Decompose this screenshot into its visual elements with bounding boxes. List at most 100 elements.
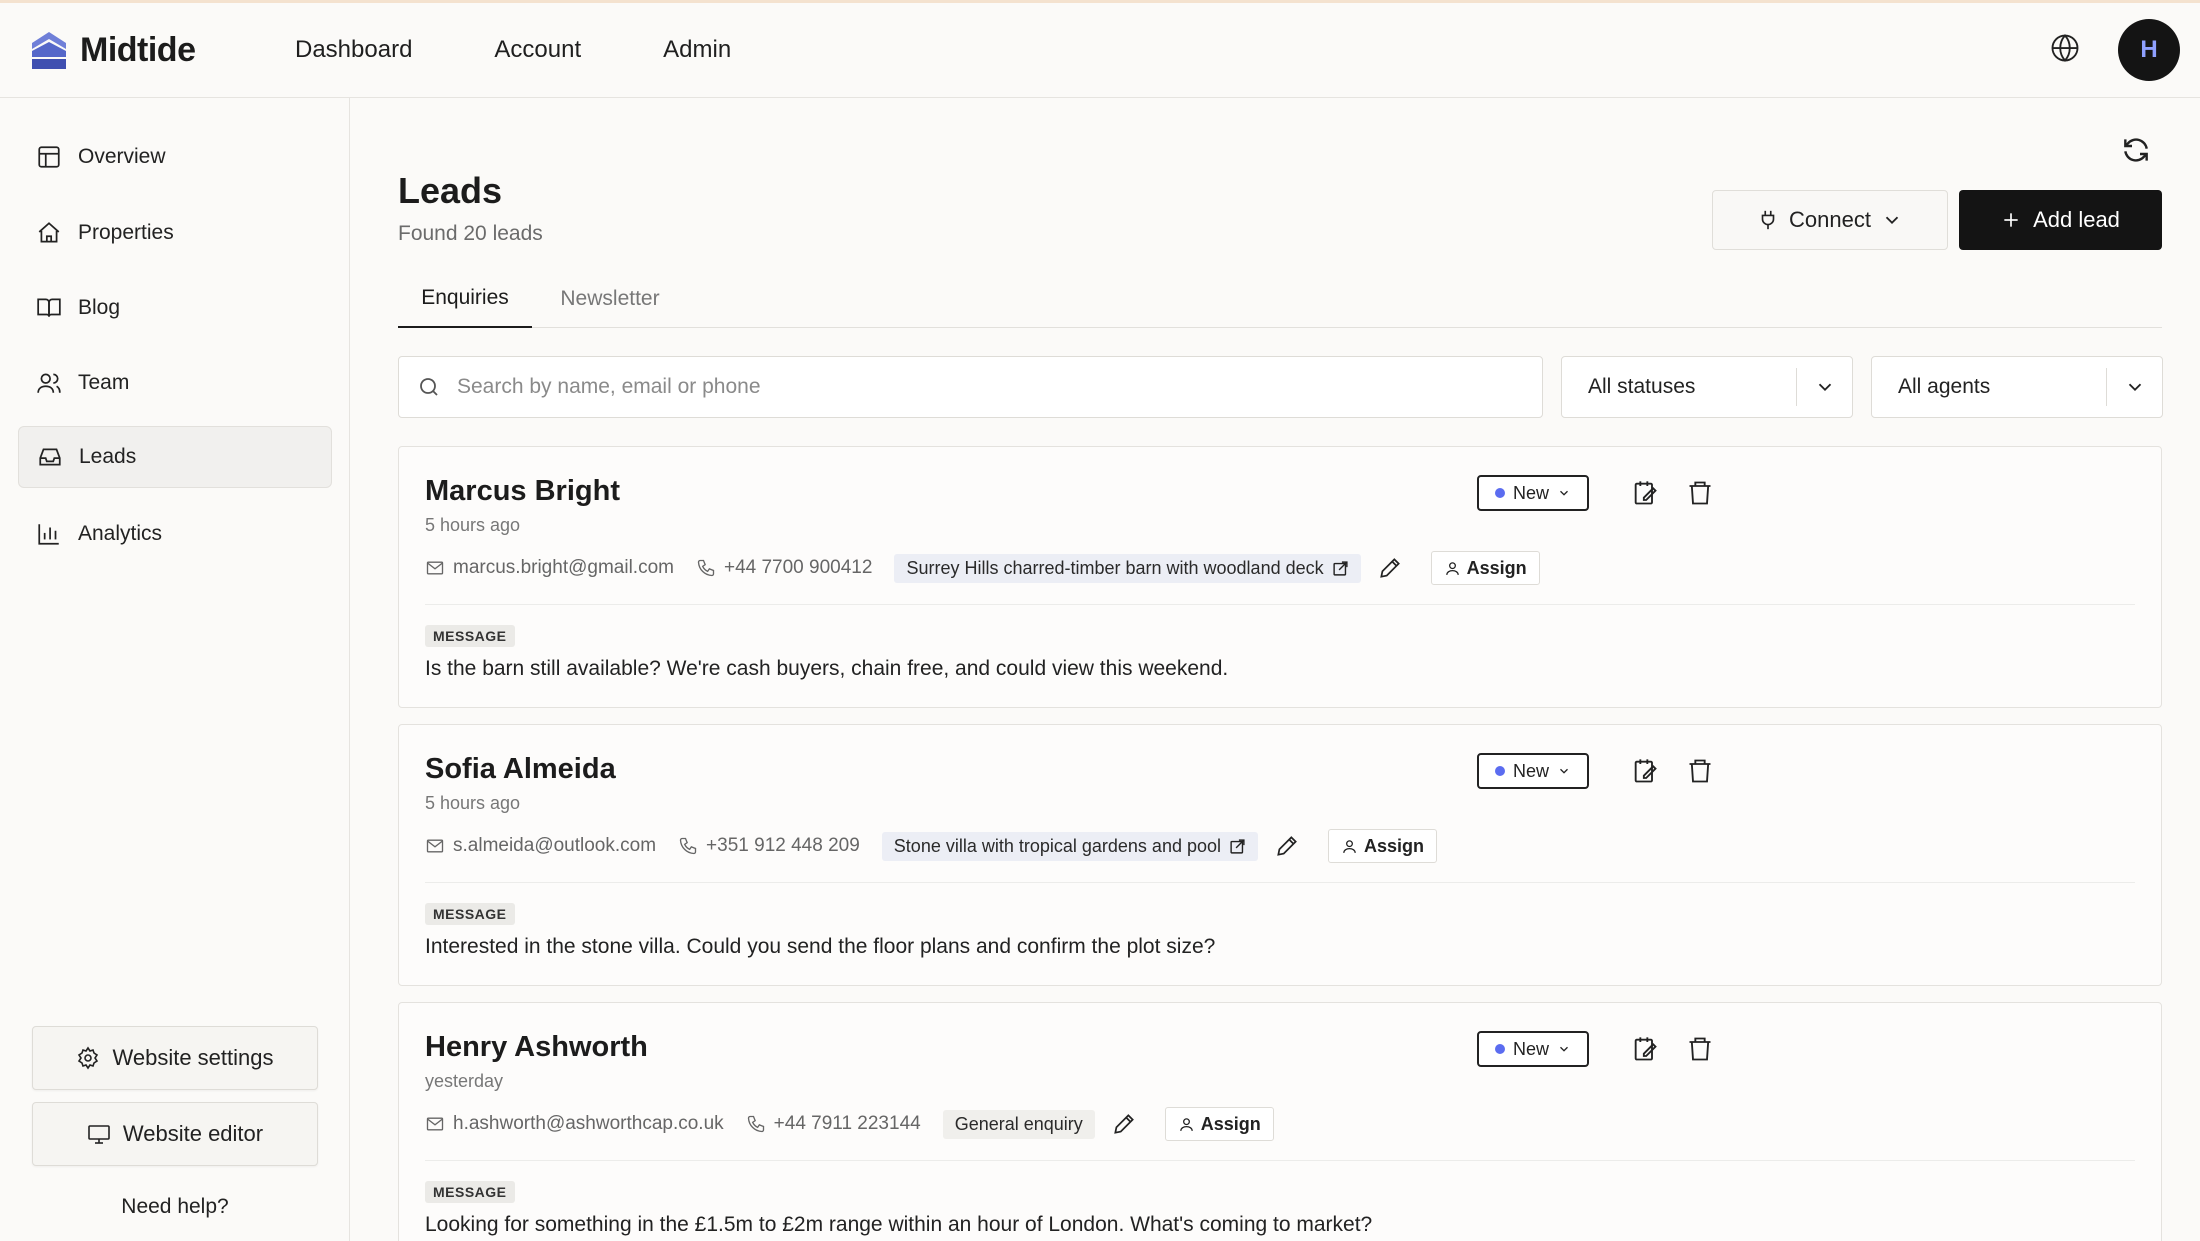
globe-icon[interactable] bbox=[2050, 33, 2080, 68]
avatar[interactable]: H bbox=[2118, 19, 2180, 81]
lead-email[interactable]: s.almeida@outlook.com bbox=[425, 835, 656, 857]
users-icon bbox=[37, 373, 61, 393]
sidebar-item-label: Team bbox=[78, 371, 130, 394]
nav-admin[interactable]: Admin bbox=[663, 36, 731, 64]
top-bar: Midtide Dashboard Account Admin H bbox=[0, 0, 2200, 98]
property-tag-text: Stone villa with tropical gardens and po… bbox=[893, 835, 1221, 856]
notes-icon[interactable] bbox=[1631, 1035, 1659, 1063]
property-tag-text: Surrey Hills charred-timber barn with wo… bbox=[906, 557, 1324, 578]
midtide-logo-icon bbox=[32, 32, 66, 69]
lead-phone-text: +351 912 448 209 bbox=[706, 835, 860, 856]
lead-phone[interactable]: +44 7911 223144 bbox=[746, 1113, 921, 1135]
notes-icon[interactable] bbox=[1631, 757, 1659, 785]
inbox-icon bbox=[39, 448, 61, 466]
sidebar-item-properties[interactable]: Properties bbox=[18, 202, 332, 264]
lead-meta: marcus.bright@gmail.com +44 7700 900412 … bbox=[425, 551, 1540, 585]
sidebar-item-analytics[interactable]: Analytics bbox=[18, 503, 332, 565]
tab-enquiries[interactable]: Enquiries bbox=[398, 270, 532, 328]
pencil-icon[interactable] bbox=[1377, 555, 1403, 581]
sidebar-item-label: Analytics bbox=[78, 522, 163, 545]
assign-button[interactable]: Assign bbox=[1164, 1107, 1274, 1141]
status-label: New bbox=[1512, 760, 1549, 781]
chevron-down-icon bbox=[1885, 216, 1899, 225]
status-dropdown[interactable]: New bbox=[1477, 1031, 1589, 1067]
property-tag[interactable]: Surrey Hills charred-timber barn with wo… bbox=[894, 553, 1361, 583]
website-settings-button[interactable]: Website settings bbox=[32, 1026, 318, 1090]
card-divider bbox=[425, 604, 2135, 605]
status-filter[interactable]: All statuses bbox=[1561, 356, 1853, 418]
assign-button[interactable]: Assign bbox=[1328, 829, 1438, 863]
page-title: Leads bbox=[398, 170, 503, 211]
agent-filter-caret bbox=[2106, 368, 2162, 406]
lead-email-text: s.almeida@outlook.com bbox=[453, 835, 657, 856]
lead-email[interactable]: h.ashworth@ashworthcap.co.uk bbox=[425, 1113, 724, 1135]
sidebar-item-label: Overview bbox=[78, 145, 166, 168]
user-icon bbox=[1179, 1117, 1193, 1131]
brand[interactable]: Midtide bbox=[28, 29, 258, 71]
chevron-down-icon bbox=[2128, 383, 2141, 392]
website-editor-button[interactable]: Website editor bbox=[32, 1102, 318, 1166]
nav-dashboard[interactable]: Dashboard bbox=[295, 36, 412, 64]
tabs: Enquiries Newsletter bbox=[398, 270, 2162, 328]
brand-name: Midtide bbox=[80, 30, 196, 69]
lead-time: 5 hours ago bbox=[425, 793, 521, 813]
lead-email[interactable]: marcus.bright@gmail.com bbox=[425, 557, 674, 579]
lead-phone[interactable]: +351 912 448 209 bbox=[678, 835, 860, 857]
gear-icon bbox=[78, 1046, 99, 1070]
nav-account[interactable]: Account bbox=[494, 36, 581, 64]
lead-message: Is the barn still available? We're cash … bbox=[425, 657, 1229, 680]
chevron-down-icon bbox=[1818, 383, 1831, 392]
status-dot bbox=[1494, 766, 1505, 776]
sidebar-item-label: Blog bbox=[78, 296, 121, 319]
lead-time: yesterday bbox=[425, 1071, 504, 1091]
status-dot bbox=[1494, 488, 1505, 498]
message-label: MESSAGE bbox=[425, 625, 515, 647]
lead-phone-text: +44 7911 223144 bbox=[773, 1113, 921, 1134]
search-input[interactable] bbox=[457, 375, 1517, 399]
lead-name: Marcus Bright bbox=[425, 475, 620, 507]
pencil-icon[interactable] bbox=[1111, 1111, 1137, 1137]
lead-card: Sofia Almeida 5 hours ago s.almeida@outl… bbox=[398, 724, 2162, 986]
user-icon bbox=[1343, 839, 1356, 853]
assign-button[interactable]: Assign bbox=[1430, 551, 1540, 585]
notes-icon[interactable] bbox=[1631, 479, 1659, 507]
sidebar-item-leads[interactable]: Leads bbox=[18, 426, 332, 488]
lead-name: Sofia Almeida bbox=[425, 753, 616, 785]
tab-newsletter[interactable]: Newsletter bbox=[546, 270, 674, 328]
assign-label: Assign bbox=[1466, 557, 1527, 578]
need-help-link[interactable]: Need help? bbox=[0, 1195, 350, 1219]
lead-card: Henry Ashworth yesterday h.ashworth@ashw… bbox=[398, 1002, 2162, 1241]
assign-label: Assign bbox=[1200, 1113, 1261, 1134]
sidebar: Overview Properties Blog Team Leads Anal… bbox=[0, 98, 350, 1241]
sidebar-item-blog[interactable]: Blog bbox=[18, 277, 332, 339]
lead-email-text: marcus.bright@gmail.com bbox=[453, 557, 674, 578]
sidebar-item-label: Leads bbox=[79, 445, 137, 468]
trash-icon[interactable] bbox=[1686, 757, 1714, 785]
trash-icon[interactable] bbox=[1686, 479, 1714, 507]
agent-filter[interactable]: All agents bbox=[1871, 356, 2163, 418]
property-tag[interactable]: Stone villa with tropical gardens and po… bbox=[881, 831, 1258, 861]
book-icon bbox=[37, 298, 61, 317]
external-link-icon bbox=[1333, 560, 1348, 576]
lead-phone-text: +44 7700 900412 bbox=[723, 557, 873, 578]
search-icon bbox=[420, 378, 438, 396]
sidebar-item-team[interactable]: Team bbox=[18, 352, 332, 414]
lead-email-text: h.ashworth@ashworthcap.co.uk bbox=[453, 1113, 724, 1134]
add-lead-button[interactable]: Add lead bbox=[1959, 190, 2162, 250]
lead-name: Henry Ashworth bbox=[425, 1031, 648, 1063]
trash-icon[interactable] bbox=[1686, 1035, 1714, 1063]
pencil-icon[interactable] bbox=[1274, 833, 1300, 859]
home-icon bbox=[38, 222, 60, 243]
lead-phone[interactable]: +44 7700 900412 bbox=[696, 557, 872, 579]
plug-icon bbox=[1761, 210, 1775, 230]
sidebar-item-overview[interactable]: Overview bbox=[18, 126, 332, 188]
agent-filter-value: All agents bbox=[1898, 375, 1991, 398]
lead-message: Looking for something in the £1.5m to £2… bbox=[425, 1213, 1373, 1236]
mail-icon bbox=[426, 1117, 444, 1131]
main-content: Leads Found 20 leads Connect Add lead En… bbox=[350, 98, 2200, 1241]
status-label: New bbox=[1512, 1038, 1549, 1059]
status-dropdown[interactable]: New bbox=[1477, 753, 1589, 789]
refresh-icon[interactable] bbox=[2120, 134, 2152, 166]
connect-button[interactable]: Connect bbox=[1712, 190, 1948, 250]
status-dropdown[interactable]: New bbox=[1477, 475, 1589, 511]
